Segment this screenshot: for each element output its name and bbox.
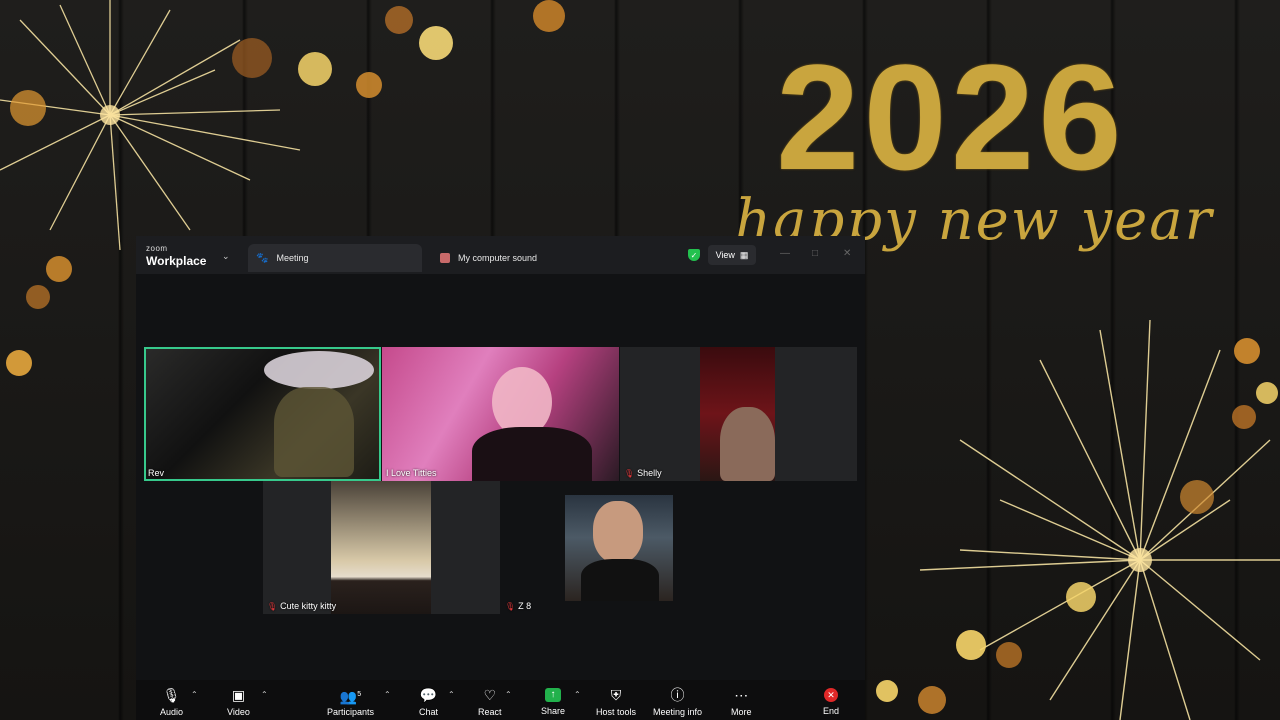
- bokeh-dot: [6, 350, 32, 376]
- muted-mic-icon: 🎙: [624, 468, 635, 478]
- minimize-icon[interactable]: —: [780, 248, 790, 259]
- brand-big-text: Workplace: [146, 254, 207, 268]
- video-feed: [581, 559, 659, 601]
- participant-tile-i-love-titties[interactable]: I Love Titties: [382, 347, 619, 481]
- meeting-toolbar: 🎙 Audio ⌃ ▣ Video ⌃ 👥5 Participants ⌃ 💬 …: [136, 680, 865, 720]
- video-button[interactable]: ▣ Video: [227, 686, 250, 717]
- end-label: End: [823, 706, 840, 716]
- participants-icon: 👥5: [339, 688, 362, 705]
- paw-icon: 🐾: [256, 252, 269, 264]
- video-feed: [274, 387, 354, 477]
- bokeh-dot: [10, 90, 46, 126]
- react-button[interactable]: ♡ React: [478, 686, 502, 717]
- bokeh-dot: [1232, 405, 1256, 429]
- chevron-down-icon[interactable]: ⌄: [222, 251, 230, 262]
- meeting-info-button[interactable]: ⓘ Meeting info: [653, 686, 702, 717]
- participant-tile-cute-kitty-kitty[interactable]: 🎙 Cute kitty kitty: [263, 481, 500, 614]
- speaker-icon: [440, 253, 450, 263]
- react-label: React: [478, 707, 502, 717]
- close-icon[interactable]: ✕: [843, 248, 851, 259]
- participants-count: 5: [357, 691, 362, 698]
- microphone-icon: 🎙: [162, 687, 181, 703]
- more-label: More: [731, 707, 752, 717]
- more-dots-icon: ⋯: [734, 687, 749, 703]
- bokeh-dot: [419, 26, 453, 60]
- video-feed: [331, 481, 431, 614]
- zoom-workplace-logo[interactable]: zoom Workplace: [146, 245, 206, 269]
- bokeh-dot: [26, 285, 50, 309]
- video-options-caret-icon[interactable]: ⌃: [261, 690, 268, 699]
- video-feed: [264, 351, 374, 389]
- info-icon: ⓘ: [670, 687, 685, 703]
- tab-computer-sound-label: My computer sound: [458, 253, 538, 263]
- bokeh-dot: [1066, 582, 1096, 612]
- audio-label: Audio: [160, 707, 184, 717]
- host-tools-label: Host tools: [596, 707, 637, 717]
- share-options-caret-icon[interactable]: ⌃: [574, 690, 581, 699]
- participant-name: 🎙 Z 8: [505, 601, 532, 611]
- shield-icon: ⛨: [610, 687, 622, 703]
- camera-icon: ▣: [231, 687, 246, 703]
- view-button[interactable]: View ▦: [708, 245, 756, 265]
- host-tools-button[interactable]: ⛨ Host tools: [596, 686, 636, 717]
- share-label: Share: [541, 706, 566, 716]
- firework-top-left: [0, 0, 301, 251]
- heart-icon: ♡: [483, 687, 497, 703]
- bokeh-dot: [876, 680, 898, 702]
- video-feed: [720, 407, 775, 481]
- muted-mic-icon: 🎙: [505, 601, 516, 611]
- bokeh-dot: [1256, 382, 1278, 404]
- bokeh-dot: [46, 256, 72, 282]
- tab-computer-sound[interactable]: My computer sound: [440, 244, 537, 272]
- chat-button[interactable]: 💬 Chat: [419, 686, 438, 717]
- zoom-meeting-window: zoom Workplace ⌄ 🐾 Meeting My computer s…: [136, 236, 865, 720]
- participants-options-caret-icon[interactable]: ⌃: [384, 690, 391, 699]
- bokeh-dot: [1180, 480, 1214, 514]
- bokeh-dot: [996, 642, 1022, 668]
- participants-button[interactable]: 👥5 Participants: [327, 686, 374, 717]
- bokeh-dot: [232, 38, 272, 78]
- bokeh-dot: [385, 6, 413, 34]
- chat-label: Chat: [419, 707, 439, 717]
- brand-small-text: zoom: [146, 244, 168, 253]
- more-button[interactable]: ⋯ More: [731, 686, 752, 717]
- bokeh-dot: [918, 686, 946, 714]
- participants-label: Participants: [327, 707, 375, 717]
- bokeh-dot: [533, 0, 565, 32]
- bokeh-dot: [956, 630, 986, 660]
- grid-icon: ▦: [739, 249, 749, 260]
- firework-bottom-right: [919, 320, 1280, 720]
- chat-icon: 💬: [419, 687, 438, 703]
- bokeh-dot: [1234, 338, 1260, 364]
- chat-options-caret-icon[interactable]: ⌃: [448, 690, 455, 699]
- audio-options-caret-icon[interactable]: ⌃: [191, 690, 198, 699]
- share-arrow-icon: ↑: [545, 688, 562, 702]
- end-call-icon: ✕: [824, 688, 838, 702]
- participant-name: 🎙 Cute kitty kitty: [267, 601, 337, 611]
- participant-name: Rev: [148, 468, 165, 478]
- video-feed: [593, 501, 643, 563]
- encryption-shield-icon[interactable]: ✓: [688, 249, 700, 261]
- participant-tile-shelly[interactable]: 🎙 Shelly: [620, 347, 857, 481]
- participant-name: I Love Titties: [386, 468, 437, 478]
- tab-meeting-label: Meeting: [276, 253, 309, 263]
- video-label: Video: [227, 707, 250, 717]
- audio-button[interactable]: 🎙 Audio: [160, 686, 183, 717]
- participant-tile-rev[interactable]: Rev: [144, 347, 381, 481]
- tab-meeting[interactable]: 🐾 Meeting: [248, 244, 422, 272]
- share-button[interactable]: ↑ Share: [541, 686, 565, 716]
- new-year-number: 2026: [776, 33, 1126, 201]
- participant-tile-z-8[interactable]: 🎙 Z 8: [501, 481, 738, 614]
- bokeh-dot: [298, 52, 332, 86]
- participant-name: 🎙 Shelly: [624, 468, 662, 478]
- maximize-icon[interactable]: □: [812, 248, 818, 259]
- muted-mic-icon: 🎙: [267, 601, 278, 611]
- meeting-info-label: Meeting info: [653, 707, 703, 717]
- view-label: View: [715, 250, 735, 260]
- end-button[interactable]: ✕ End: [823, 686, 839, 716]
- video-feed: [472, 427, 592, 481]
- title-bar: zoom Workplace ⌄ 🐾 Meeting My computer s…: [136, 236, 865, 274]
- react-options-caret-icon[interactable]: ⌃: [505, 690, 512, 699]
- bokeh-dot: [356, 72, 382, 98]
